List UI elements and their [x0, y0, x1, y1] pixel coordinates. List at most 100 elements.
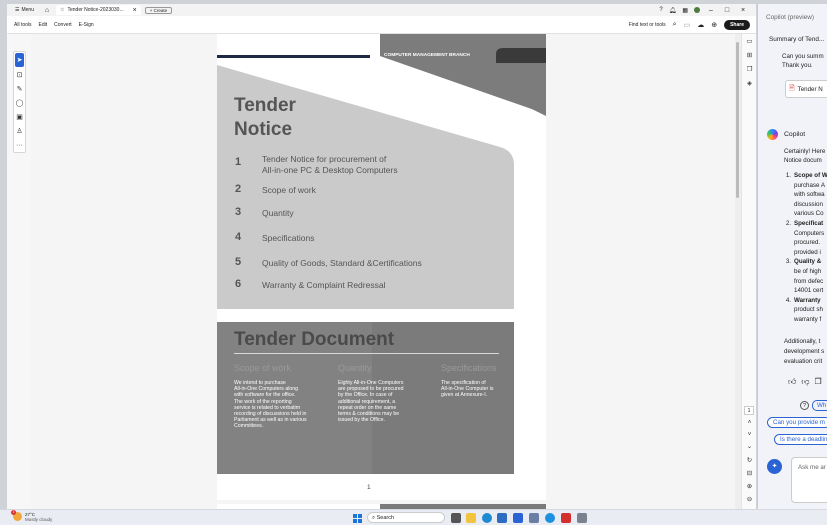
zoom-out-icon[interactable]: ⊖ [744, 495, 755, 505]
assistant-response: Certainly! Here Notice docum [784, 147, 827, 165]
help-icon[interactable]: ? [659, 7, 662, 13]
list-item: provided i [784, 248, 827, 258]
taskbar-search[interactable]: ⌕ Search [367, 512, 445, 523]
app-icon[interactable] [529, 513, 539, 523]
star-icon[interactable]: ☆ [60, 7, 64, 13]
column-line: given at Annexure-I. [441, 392, 488, 399]
pdf-file-icon: 🗎 [789, 84, 795, 92]
view-mode-icon[interactable]: ▭ [684, 21, 691, 29]
pages-icon[interactable]: ❐ [744, 65, 755, 75]
fit-page-icon[interactable]: ⊟ [744, 469, 755, 479]
windows-start-icon[interactable] [353, 514, 362, 523]
toolbar-e-sign[interactable]: E-Sign [79, 22, 94, 28]
refresh-icon[interactable]: ↻ [744, 456, 755, 466]
file-explorer-icon[interactable] [466, 513, 476, 523]
column-body: The specification of All-in-One Computer… [441, 380, 513, 399]
input-placeholder: Ask me ar [798, 464, 826, 471]
skype-icon[interactable] [545, 513, 555, 523]
column-line: Committees. [234, 423, 264, 430]
weather-widget[interactable]: 1 27°C Mostly cloudy [11, 510, 53, 522]
file-chip[interactable]: 🗎 Tender N [785, 80, 827, 98]
column-body: We intend to purchase All-in-One Compute… [234, 380, 334, 430]
pen-icon[interactable]: ✎ [14, 82, 25, 96]
suggestion-chip-2[interactable]: Is there a deadlin [774, 434, 827, 445]
column-quantity: Quantity Eighty All-in-One Computers are… [338, 363, 438, 423]
lasso-icon[interactable]: ◯ [14, 96, 25, 110]
scrollbar-thumb[interactable] [736, 42, 739, 198]
cloud-upload-icon[interactable]: ☁ [697, 21, 704, 29]
copilot-input[interactable]: Ask me ar [791, 457, 827, 503]
more-tools-icon[interactable]: ··· [14, 138, 25, 152]
page-up-icon[interactable]: ˄ [744, 418, 755, 428]
app-icon-2[interactable] [577, 513, 587, 523]
hamburger-icon: ☰ [15, 7, 20, 13]
thumbs-down-icon[interactable]: 👎︎ [801, 377, 809, 387]
stamp-icon[interactable]: ♙ [14, 124, 25, 138]
list-item: 1. Scope of W [784, 171, 827, 181]
bell-icon[interactable]: 🔔︎ [669, 7, 677, 14]
apps-icon[interactable]: ▦ [682, 7, 688, 14]
globe-icon[interactable]: ⊕ [711, 21, 717, 29]
document-tab[interactable]: ☆ Tender Notice-2023030... × [56, 5, 141, 15]
create-label: Create [153, 7, 168, 13]
document-viewer[interactable]: COMPUTER MANAGEMENT BRANCH Tender Notice… [31, 34, 735, 509]
contents-num: 4 [235, 231, 242, 243]
minimize-icon[interactable]: – [706, 7, 716, 14]
close-window-icon[interactable]: × [738, 7, 748, 14]
share-button[interactable]: Share [724, 19, 750, 30]
additional-line: evaluation crit [784, 358, 823, 365]
new-chat-button[interactable]: ✦ [767, 459, 782, 474]
zoom-in-icon[interactable]: ⊕ [744, 482, 755, 492]
user-message-line: Thank you. [782, 62, 813, 69]
task-view-icon[interactable] [451, 513, 461, 523]
response-line: Certainly! Here [784, 148, 826, 155]
weather-desc: Mostly cloudy [25, 517, 53, 522]
contents-num: 6 [235, 278, 242, 290]
select-cursor-icon[interactable]: ➤ [15, 53, 24, 67]
list-item: product sh [784, 305, 827, 315]
chevron-down-icon[interactable]: ⌄ [744, 442, 755, 452]
layers-icon[interactable]: ◈ [744, 79, 755, 89]
file-chip-label: Tender N [797, 85, 823, 93]
menu-label: Menu [21, 7, 34, 13]
thumbs-up-icon[interactable]: 👍︎ [788, 377, 796, 387]
toolbar-edit[interactable]: Edit [39, 22, 48, 28]
question-icon[interactable]: ? [800, 401, 809, 410]
avatar[interactable] [694, 7, 700, 13]
list-item: with softwa [784, 190, 827, 200]
mail-icon[interactable] [513, 513, 523, 523]
search-icon[interactable]: ⌕ [673, 21, 677, 29]
list-item: 14001 cert [784, 286, 827, 296]
list-line: 14001 cert [794, 287, 824, 295]
maximize-icon[interactable]: □ [722, 7, 732, 14]
acrobat-icon[interactable] [561, 513, 571, 523]
edge-icon[interactable] [482, 513, 492, 523]
text-box-icon[interactable]: ▣ [14, 110, 25, 124]
contents-num: 5 [235, 256, 242, 268]
list-item: procured. [784, 238, 827, 248]
list-item: from defec [784, 277, 827, 287]
toolbar-convert[interactable]: Convert [54, 22, 72, 28]
comment-icon[interactable]: ▭ [744, 37, 755, 47]
store-icon[interactable] [497, 513, 507, 523]
toolbar-all-tools[interactable]: All tools [14, 22, 32, 28]
list-item: 2. Specificat [784, 219, 827, 229]
create-button[interactable]: + Create [144, 6, 173, 14]
page-down-icon[interactable]: ˅ [744, 430, 755, 440]
menu-button[interactable]: ☰ Menu [10, 6, 39, 15]
add-comment-icon[interactable]: ⊡ [14, 68, 25, 82]
ai-assistant-icon[interactable]: ⊞ [744, 51, 755, 61]
close-tab-icon[interactable]: × [133, 7, 137, 14]
list-bold: Warranty [794, 296, 821, 304]
copilot-logo-icon [767, 129, 778, 140]
list-num: 4. [785, 296, 791, 304]
help-chip[interactable]: Wh [812, 400, 827, 411]
home-icon[interactable]: ⌂ [42, 7, 52, 14]
copy-icon[interactable]: ❐ [815, 377, 822, 387]
page-indicator[interactable]: 1 [744, 406, 754, 415]
find-text-label[interactable]: Find text or tools [629, 22, 666, 28]
user-message: Can you summ Thank you. [782, 52, 827, 70]
additional-text: Additionally, t development s evaluation… [784, 337, 824, 367]
suggestion-chip-1[interactable]: Can you provide m [767, 417, 827, 428]
list-line: Computers [794, 229, 825, 237]
